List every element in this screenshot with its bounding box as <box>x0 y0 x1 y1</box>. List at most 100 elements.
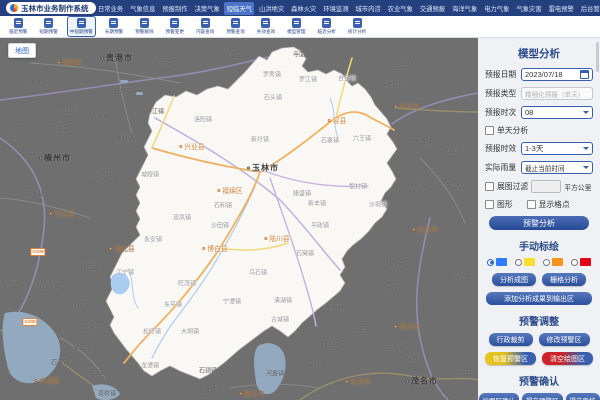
calendar-icon[interactable] <box>580 70 589 79</box>
sidebar-scrollbar[interactable] <box>596 42 599 72</box>
chevron-down-icon <box>583 147 589 150</box>
color-radio[interactable] <box>571 259 578 266</box>
color-swatch <box>552 258 563 266</box>
toolbar-item-label: 短期预警 <box>39 29 57 35</box>
confirm-button-3[interactable]: 提交审核 <box>566 393 600 400</box>
nav-item-6[interactable]: 山洪地灾 <box>256 2 286 15</box>
add-analysis-to-output-button[interactable]: 添加分析成果到输出区 <box>486 292 592 305</box>
show-grid-label: 显示格点 <box>539 199 570 210</box>
document-icon <box>14 18 23 28</box>
document-icon <box>231 18 240 28</box>
validity-value: 1-3天 <box>525 143 583 154</box>
nav-item-11[interactable]: 交通预报 <box>417 2 447 15</box>
toolbar-item-label: 临近分析 <box>318 29 336 35</box>
document-icon <box>201 18 210 28</box>
draw-color-option-1[interactable] <box>487 258 507 266</box>
validity-label: 预报时效 <box>485 143 518 154</box>
manual-draw-button-1[interactable]: 分析成图 <box>492 273 536 286</box>
toolbar-item-3[interactable]: 中短期预警 <box>67 16 96 37</box>
forecast-date-label: 预报日期 <box>485 69 518 80</box>
color-radio[interactable] <box>515 259 522 266</box>
single-day-checkbox[interactable] <box>485 126 494 135</box>
draw-color-option-3[interactable] <box>543 258 563 266</box>
toolbar-item-9[interactable]: 失效查询 <box>254 16 278 37</box>
toolbar-item-label: 失效查询 <box>257 29 275 35</box>
warning-analysis-button[interactable]: 预警分析 <box>489 216 589 230</box>
toolbar-item-6[interactable]: 预警变更 <box>163 16 187 37</box>
graphic-checkbox[interactable] <box>485 200 494 209</box>
top-navbar: 玉林市业务制作系统 日常业务气象信息预报制作决策气象短临天气山洪地灾森林火灾环境… <box>0 0 600 16</box>
adjust-button-1[interactable]: 行政裁剪 <box>489 333 533 346</box>
toolbar-item-label: 预警查询 <box>226 29 244 35</box>
toolbar-item-label: 临近预警 <box>9 29 27 35</box>
manual-draw-button-2[interactable]: 栅格分析 <box>542 273 586 286</box>
area-filter-checkbox[interactable] <box>485 182 494 191</box>
forecast-date-input[interactable]: 2023/07/18 <box>521 68 593 81</box>
nav-item-15[interactable]: 雷电预警 <box>546 2 576 15</box>
nav-item-2[interactable]: 气象信息 <box>128 2 158 15</box>
show-grid-checkbox[interactable] <box>527 200 536 209</box>
map-back-button[interactable]: 地图 <box>8 43 36 58</box>
forecast-time-select[interactable]: 08 <box>521 106 593 119</box>
area-filter-label: 展图过滤 <box>497 181 528 192</box>
toolbar-item-label: 统计分析 <box>348 29 366 35</box>
confirm-button-2[interactable]: 提交预警区 <box>522 393 563 400</box>
draw-color-option-4[interactable] <box>571 258 591 266</box>
rain-select[interactable]: 截止当前时间 <box>521 161 593 174</box>
forecast-type-label: 预报类型 <box>485 88 518 99</box>
warning-toolbar: 临近预警 短期预警 中短期预警长期预警预警解除预警变更 内容查询 预警查询 失效查询 模型管… <box>0 16 600 38</box>
draw-color-option-2[interactable] <box>515 258 535 266</box>
toolbar-item-5[interactable]: 预警解除 <box>132 16 156 37</box>
toolbar-item-2[interactable]: 短期预警 <box>36 16 60 37</box>
nav-item-3[interactable]: 预报制作 <box>160 2 190 15</box>
toolbar-item-11[interactable]: 临近分析 <box>315 16 339 37</box>
toolbar-item-12[interactable]: 统计分析 <box>345 16 369 37</box>
toolbar-item-10[interactable]: 模型管理 <box>284 16 308 37</box>
app-logo[interactable]: 玉林市业务制作系统 <box>6 2 96 14</box>
toolbar-item-label: 内容查询 <box>196 29 214 35</box>
area-filter-input[interactable] <box>531 180 561 193</box>
nav-item-1[interactable]: 日常业务 <box>96 2 126 15</box>
nav-item-9[interactable]: 城市内涝 <box>353 2 383 15</box>
nav-item-13[interactable]: 电力气象 <box>482 2 512 15</box>
toolbar-item-7[interactable]: 内容查询 <box>193 16 217 37</box>
nav-item-10[interactable]: 农业气象 <box>385 2 415 15</box>
nav-item-16[interactable]: 后台管理 <box>578 2 600 15</box>
adjust-buttons-row1: 行政裁剪修改预警区 <box>485 333 593 346</box>
document-icon <box>353 18 362 28</box>
adjust-button-4[interactable]: 清空绘图区 <box>542 352 593 365</box>
adjust-button-3[interactable]: 恢复预警区 <box>485 352 536 365</box>
color-swatch <box>580 258 591 266</box>
validity-select[interactable]: 1-3天 <box>521 142 593 155</box>
road-shield: G209 <box>22 318 37 326</box>
nav-item-8[interactable]: 环境监测 <box>321 2 351 15</box>
road-shield: G209 <box>30 248 45 256</box>
nav-item-7[interactable]: 森林火灾 <box>289 2 319 15</box>
toolbar-item-8[interactable]: 预警查询 <box>223 16 247 37</box>
forecast-time-value: 08 <box>525 108 583 117</box>
panel-title: 模型分析 <box>485 46 593 61</box>
document-icon <box>322 18 331 28</box>
app-window: 玉林市业务制作系统 日常业务气象信息预报制作决策气象短临天气山洪地灾森林火灾环境… <box>0 0 600 400</box>
rain-label: 实际雨量 <box>485 162 518 173</box>
toolbar-item-label: 预警变更 <box>166 29 184 35</box>
map-canvas[interactable]: 贵港市横州市茂名市玉林市覃塘区灵山县岑溪市信宜市高州市化州市廉江市合浦县浦北县兴… <box>0 38 478 400</box>
manual-draw-buttons: 分析成图栅格分析 <box>485 273 593 286</box>
nav-item-14[interactable]: 气象灾害 <box>514 2 544 15</box>
toolbar-item-1[interactable]: 临近预警 <box>6 16 30 37</box>
adjust-buttons-row2: 恢复预警区清空绘图区 <box>485 352 593 365</box>
color-radio[interactable] <box>487 259 494 266</box>
confirm-button-1[interactable]: 绘图区确认 <box>479 393 520 400</box>
nav-item-12[interactable]: 海洋气象 <box>450 2 480 15</box>
adjust-button-2[interactable]: 修改预警区 <box>539 333 590 346</box>
area-filter-unit: 平方公里 <box>564 182 591 192</box>
logo-icon <box>10 4 18 12</box>
document-icon <box>44 18 53 28</box>
nav-item-4[interactable]: 决策气象 <box>192 2 222 15</box>
chevron-down-icon <box>583 111 589 114</box>
toolbar-item-label: 模型管理 <box>287 29 305 35</box>
toolbar-item-4[interactable]: 长期预警 <box>102 16 126 37</box>
nav-item-5[interactable]: 短临天气 <box>224 2 254 15</box>
color-radio[interactable] <box>543 259 550 266</box>
app-title: 玉林市业务制作系统 <box>21 3 89 14</box>
